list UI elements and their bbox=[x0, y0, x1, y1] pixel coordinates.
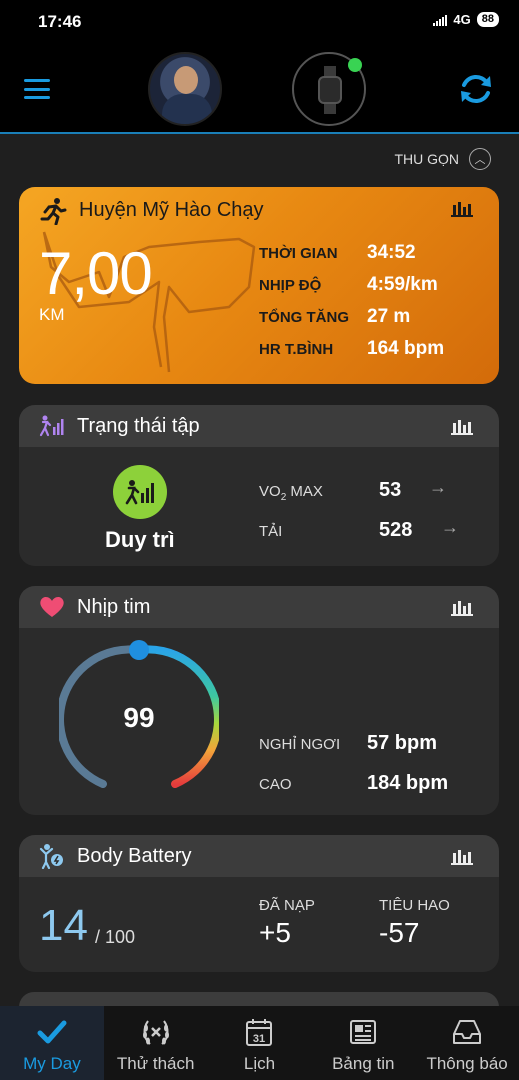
card-header: Nhịp tim bbox=[19, 586, 499, 628]
sync-icon[interactable] bbox=[457, 70, 495, 108]
signal-icon bbox=[433, 14, 448, 26]
card-header: Body Battery bbox=[19, 835, 499, 877]
activity-distance: 7,00 bbox=[39, 240, 153, 307]
calendar-day: 31 bbox=[253, 1033, 265, 1045]
vo2-label: VO2 MAX bbox=[259, 483, 323, 503]
battery-icon: 88 bbox=[476, 12, 499, 27]
stat-value: 4:59/km bbox=[367, 274, 438, 295]
tab-calendar[interactable]: 31 Lịch bbox=[208, 1006, 312, 1080]
checkmark-icon bbox=[37, 1020, 67, 1044]
collapse-label: THU GỌN bbox=[394, 151, 459, 167]
tab-label: Lịch bbox=[243, 1054, 276, 1073]
tab-label: Thử thách bbox=[116, 1054, 195, 1073]
body-battery-card[interactable]: Body Battery 14 / 100 ĐÃ NẠP +5 TIÊU HAO… bbox=[19, 835, 499, 972]
training-runner-icon bbox=[125, 480, 154, 505]
tab-my-day[interactable]: My Day bbox=[0, 1006, 104, 1080]
tab-notifications[interactable]: Thông báo bbox=[415, 1006, 519, 1080]
body-battery-icon bbox=[39, 844, 63, 869]
stat-row: NHỊP ĐỘ 4:59/km bbox=[259, 269, 444, 301]
inbox-icon bbox=[453, 1020, 482, 1044]
heart-icon bbox=[40, 597, 64, 617]
app-header bbox=[0, 44, 519, 134]
tab-label: Bảng tin bbox=[332, 1054, 395, 1073]
vo2-value: 53 bbox=[379, 479, 402, 501]
stat-label: TỔNG TĂNG bbox=[259, 308, 349, 326]
body-battery-level: 14 bbox=[39, 901, 88, 950]
stat-row: HR T.BÌNH 164 bpm bbox=[259, 333, 444, 365]
calendar-icon: 31 bbox=[246, 1019, 273, 1046]
chart-icon[interactable] bbox=[451, 847, 473, 865]
status-time: 17:46 bbox=[38, 12, 82, 31]
drained-label: TIÊU HAO bbox=[379, 897, 450, 914]
training-status-icon bbox=[39, 415, 64, 437]
charged-label: ĐÃ NẠP bbox=[259, 897, 315, 914]
arrow-right-icon: → bbox=[429, 477, 447, 497]
stat-label: NHỊP ĐỘ bbox=[259, 276, 322, 294]
device-watch-icon[interactable] bbox=[292, 52, 366, 126]
training-status-text: Duy trì bbox=[105, 527, 175, 552]
card-title: Body Battery bbox=[77, 844, 192, 867]
activity-stats: THỜI GIAN 34:52 NHỊP ĐỘ 4:59/km TỔNG TĂNG 2… bbox=[259, 237, 444, 365]
card-title: Nhịp tim bbox=[77, 595, 151, 618]
connected-status-dot bbox=[348, 58, 362, 72]
high-hr-label: CAO bbox=[259, 776, 292, 793]
tab-challenges[interactable]: Thử thách bbox=[104, 1006, 208, 1080]
heart-rate-current: 99 bbox=[123, 702, 155, 733]
body-battery-max: / 100 bbox=[95, 927, 136, 947]
heart-rate-card[interactable]: Nhịp tim 99 NGHỈ NGƠI 57 bpm CAO 184 bpm bbox=[19, 586, 499, 815]
newsfeed-icon bbox=[350, 1020, 377, 1044]
card-body: 14 / 100 ĐÃ NẠP +5 TIÊU HAO -57 bbox=[19, 877, 499, 972]
chart-icon[interactable] bbox=[451, 417, 473, 435]
stat-value: 27 m bbox=[367, 306, 411, 327]
card-title: Trạng thái tập bbox=[77, 414, 200, 437]
status-indicators: 4G 88 bbox=[433, 12, 499, 27]
charged-value: +5 bbox=[259, 917, 291, 948]
activity-distance-unit: KM bbox=[39, 305, 65, 324]
card-body: Duy trì VO2 MAX 53 → TẢI 528 → bbox=[19, 447, 499, 566]
resting-hr-label: NGHỈ NGƠI bbox=[259, 736, 341, 753]
load-label: TẢI bbox=[259, 523, 283, 540]
status-bar: 17:46 4G 88 bbox=[0, 0, 519, 44]
stat-label: HR T.BÌNH bbox=[259, 340, 334, 358]
tab-label: Thông báo bbox=[426, 1054, 508, 1073]
tab-newsfeed[interactable]: Bảng tin bbox=[311, 1006, 415, 1080]
card-body: 99 NGHỈ NGƠI 57 bpm CAO 184 bpm bbox=[19, 628, 499, 815]
high-hr-value: 184 bpm bbox=[367, 772, 449, 794]
card-header: Trạng thái tập bbox=[19, 405, 499, 447]
resting-hr-value: 57 bpm bbox=[367, 732, 438, 754]
arrow-right-icon: → bbox=[441, 517, 459, 537]
chevron-up-icon: ︿ bbox=[469, 148, 491, 170]
tab-label: My Day bbox=[23, 1054, 81, 1073]
avatar[interactable] bbox=[148, 52, 222, 126]
laurel-icon bbox=[142, 1020, 169, 1045]
menu-icon[interactable] bbox=[24, 79, 50, 99]
stat-row: TỔNG TĂNG 27 m bbox=[259, 301, 444, 333]
chart-icon[interactable] bbox=[451, 598, 473, 616]
bottom-tab-bar: My Day Thử thách 31 Lịch Bảng tin Thông … bbox=[0, 1006, 519, 1080]
collapse-toggle[interactable]: THU GỌN ︿ bbox=[394, 148, 491, 170]
network-type: 4G bbox=[453, 12, 471, 27]
chart-icon[interactable] bbox=[451, 199, 473, 217]
stat-value: 34:52 bbox=[367, 242, 416, 263]
training-status-card[interactable]: Trạng thái tập Duy trì VO2 MAX 53 → TẢI … bbox=[19, 405, 499, 566]
running-icon bbox=[40, 198, 67, 225]
activity-title: Huyện Mỹ Hào Chạy bbox=[79, 199, 264, 221]
status-badge bbox=[113, 465, 167, 519]
load-value: 528 bbox=[379, 519, 413, 541]
stat-value: 164 bpm bbox=[367, 338, 445, 359]
drained-value: -57 bbox=[379, 917, 420, 948]
stat-label: THỜI GIAN bbox=[259, 244, 338, 262]
activity-card[interactable]: Huyện Mỹ Hào Chạy 7,00 KM THỜI GIAN 34:52… bbox=[19, 187, 499, 384]
stat-row: THỜI GIAN 34:52 bbox=[259, 237, 444, 269]
